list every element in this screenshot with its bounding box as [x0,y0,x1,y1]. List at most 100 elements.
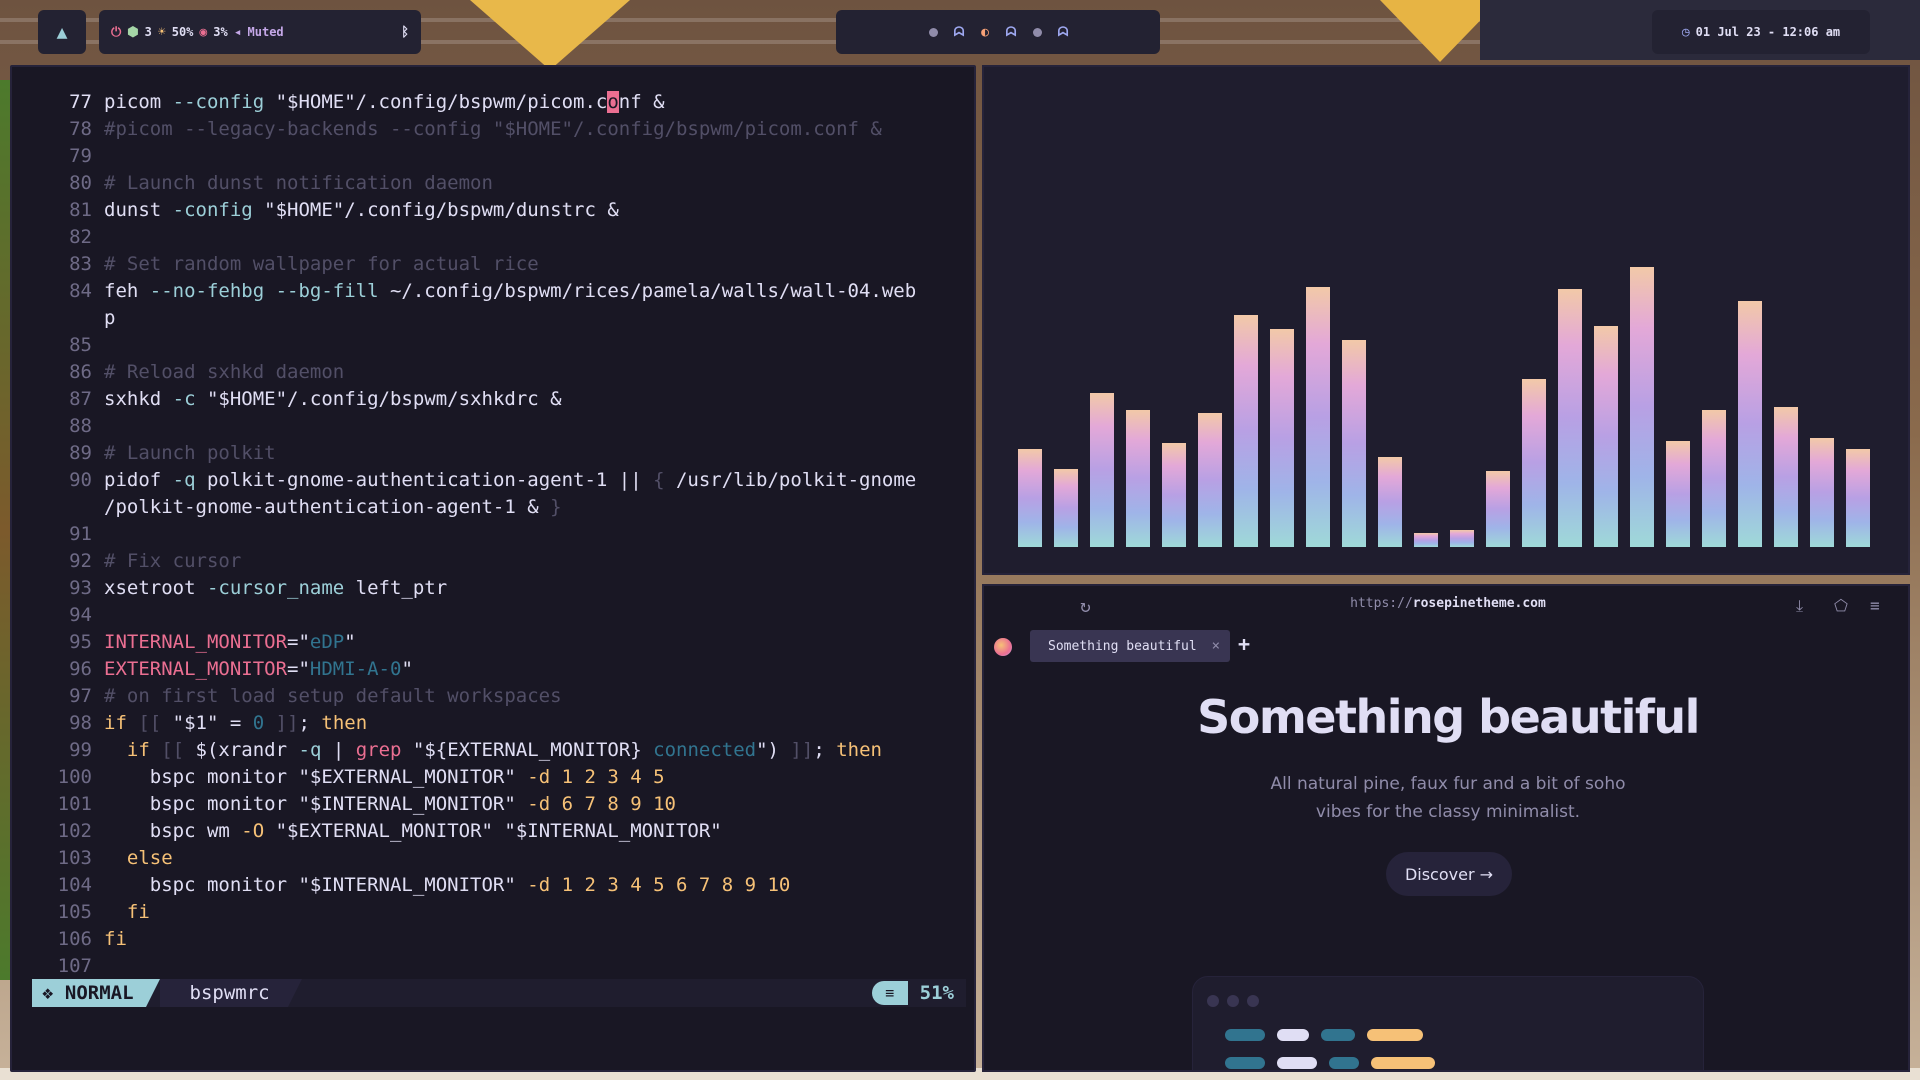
url-bar[interactable]: https://rosepinetheme.com [984,596,1908,611]
code-line[interactable]: 98 if [[ "$1" = 0 ]]; then [32,710,966,737]
code-line[interactable]: 92 # Fix cursor [32,548,966,575]
line-number: 107 [57,955,92,977]
new-tab-icon[interactable]: + [1238,632,1250,656]
code-line[interactable]: 80 # Launch dunst notification daemon [32,170,966,197]
line-text: pidof -q polkit-gnome-authentication-age… [104,467,916,494]
visualizer-bar [1018,449,1042,547]
code-line[interactable]: 87 sxhkd -c "$HOME"/.config/bspwm/sxhkdrc… [32,386,966,413]
download-icon[interactable]: ⤓ [1796,596,1803,616]
line-number: 89 [69,442,92,464]
code-line[interactable]: 94 [32,602,966,629]
volume-muted-icon[interactable]: ◂ [234,25,242,40]
palette-swatch [1277,1029,1309,1041]
code-token: [[ [161,739,196,761]
code-token: fi [126,901,150,923]
code-token: feh [104,280,150,302]
code-line[interactable]: 88 [32,413,966,440]
audio-visualizer-window[interactable] [982,65,1910,575]
code-line[interactable]: 95 INTERNAL_MONITOR="eDP" [32,629,966,656]
clock-icon: ◷ [1681,24,1690,40]
workspace-4[interactable]: ᗣ [1004,25,1018,40]
code-line[interactable]: 104 bspc monitor "$INTERNAL_MONITOR" -d … [32,872,966,899]
code-line[interactable]: 89 # Launch polkit [32,440,966,467]
line-number: 105 [57,901,92,923]
code-line[interactable]: 100 bspc monitor "$EXTERNAL_MONITOR" -d … [32,764,966,791]
code-token: HDMI-A-0 [309,658,402,680]
code-line[interactable]: 105 fi [32,899,966,926]
code-token: | [332,739,356,761]
clock-module[interactable]: ◷ 01 Jul 23 - 12:06 am [1652,10,1870,54]
line-text: # Reload sxhkd daemon [104,359,344,386]
visualizer-bar [1198,413,1222,547]
line-number: 106 [57,928,92,950]
code-line[interactable]: 86 # Reload sxhkd daemon [32,359,966,386]
code-line[interactable]: 107 [32,953,966,980]
code-line[interactable]: 93 xsetroot -cursor_name left_ptr [32,575,966,602]
bluetooth-icon[interactable]: ᛒ [401,25,409,40]
code-line[interactable]: 102 bspc wm -O "$EXTERNAL_MONITOR" "$INT… [32,818,966,845]
workspace-5[interactable] [1030,25,1044,39]
line-number: 95 [69,631,92,653]
code-line[interactable]: 79 [32,143,966,170]
code-token: # Launch dunst notification daemon [104,172,493,194]
window-dot-icon [1207,995,1219,1007]
code-line[interactable]: 90 pidof -q polkit-gnome-authentication-a… [32,467,966,494]
code-line[interactable]: 78 #picom --legacy-backends --config "$HO… [32,116,966,143]
hamburger-menu-icon[interactable]: ≡ [1870,596,1880,615]
code-token: "$HOME"/.config/bspwm/sxhkdrc & [206,388,562,410]
line-text: if [[ $(xrandr -q | grep "${EXTERNAL_MON… [104,737,882,764]
workspace-1[interactable] [926,25,940,39]
wallpaper-shape [470,0,630,70]
code-token: #picom --legacy-backends --config "$HOME… [104,118,882,140]
workspace-3[interactable]: ◐ [978,25,992,40]
discover-button[interactable]: Discover → [1386,852,1512,896]
code-token: # on first load setup default workspaces [104,685,562,707]
workspace-6[interactable]: ᗣ [1056,25,1070,40]
visualizer-bar [1234,315,1258,547]
line-number: 99 [69,739,92,761]
line-text: bspc monitor "$EXTERNAL_MONITOR" -d 1 2 … [104,764,665,791]
code-token: fi [104,928,127,950]
firefox-icon [994,638,1012,656]
code-line[interactable]: 77 picom --config "$HOME"/.config/bspwm/p… [32,89,966,116]
launcher-button[interactable]: ▲ [38,10,86,54]
line-number [32,494,104,521]
palette-swatch [1277,1057,1317,1069]
code-token: bspc monitor "$EXTERNAL_MONITOR" [104,766,528,788]
code-line[interactable]: 99 if [[ $(xrandr -q | grep "${EXTERNAL_… [32,737,966,764]
code-line[interactable]: 85 [32,332,966,359]
line-text: sxhkd -c "$HOME"/.config/bspwm/sxhkdrc & [104,386,562,413]
code-area[interactable]: 77 picom --config "$HOME"/.config/bspwm/p… [32,89,966,980]
editor-window[interactable]: 77 picom --config "$HOME"/.config/bspwm/p… [10,65,976,1072]
code-line[interactable]: 101 bspc monitor "$INTERNAL_MONITOR" -d … [32,791,966,818]
workspace-2[interactable]: ᗣ [952,25,966,40]
code-token: --no-fehbg --bg-fill [149,280,390,302]
power-icon[interactable]: ⏻ [111,25,121,40]
line-number: 84 [69,280,92,302]
line-text: # on first load setup default workspaces [104,683,562,710]
browser-tab[interactable]: Something beautiful × [1030,630,1230,662]
code-line[interactable]: 103 else [32,845,966,872]
code-line[interactable]: 91 [32,521,966,548]
code-line[interactable]: 97 # on first load setup default workspac… [32,683,966,710]
palette-swatch [1371,1057,1435,1069]
code-line[interactable]: 83 # Set random wallpaper for actual rice [32,251,966,278]
code-line[interactable]: 84 feh --no-fehbg --bg-fill ~/.config/bsp… [32,278,966,305]
code-line[interactable]: 81 dunst -config "$HOME"/.config/bspwm/du… [32,197,966,224]
line-text: bspc wm -O "$EXTERNAL_MONITOR" "$INTERNA… [104,818,722,845]
workspaces-module: ᗣ ◐ ᗣ ᗣ [836,10,1160,54]
code-token: bspc monitor "$INTERNAL_MONITOR" [104,793,528,815]
code-line[interactable]: 96 EXTERNAL_MONITOR="HDMI-A-0" [32,656,966,683]
code-line[interactable]: p [32,305,966,332]
scroll-percent: 51% [919,982,954,1004]
close-icon[interactable]: × [1212,638,1220,654]
code-line[interactable]: 82 [32,224,966,251]
code-token: /polkit-gnome-authentication-agent-1 & [104,496,551,518]
code-line[interactable]: 106 fi [32,926,966,953]
browser-window[interactable]: ↻ https://rosepinetheme.com ⤓ ⬠ ≡ Someth… [982,584,1910,1072]
code-line[interactable]: /polkit-gnome-authentication-agent-1 & } [32,494,966,521]
code-token: -d 1 2 3 4 5 [527,766,665,788]
extension-icon[interactable]: ⬠ [1834,596,1848,615]
code-token: connected [653,739,757,761]
